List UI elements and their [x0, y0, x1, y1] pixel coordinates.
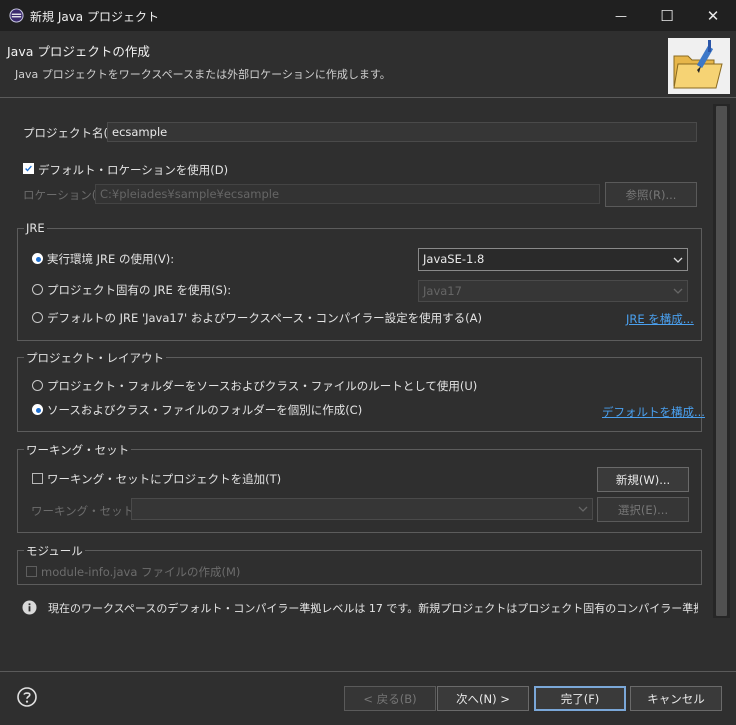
- eclipse-app-icon: [9, 8, 24, 23]
- default-location-checkbox[interactable]: [23, 163, 34, 174]
- close-button[interactable]: ✕: [690, 0, 736, 31]
- layout-separate-folders-label: ソースおよびクラス・ファイルのフォルダーを個別に作成(C): [47, 403, 363, 417]
- add-to-working-sets-checkbox[interactable]: [32, 473, 43, 484]
- minimize-icon: —: [615, 8, 627, 23]
- jre-default-label: デフォルトの JRE 'Java17' およびワークスペース・コンパイラー設定を…: [47, 311, 482, 325]
- new-working-set-button[interactable]: 新規(W)...: [597, 467, 689, 492]
- layout-separate-folders-radio[interactable]: [32, 404, 43, 415]
- select-working-set-button[interactable]: 選択(E)...: [597, 497, 689, 522]
- configure-default-link[interactable]: デフォルトを構成...: [602, 404, 705, 420]
- finish-button[interactable]: 完了(F): [534, 686, 626, 711]
- check-icon: [25, 165, 32, 172]
- layout-single-root-label: プロジェクト・フォルダーをソースおよびクラス・ファイルのルートとして使用(U): [47, 379, 478, 393]
- default-location-label: デフォルト・ロケーションを使用(D): [38, 163, 229, 177]
- window-title: 新規 Java プロジェクト: [30, 10, 159, 24]
- project-layout-group: [17, 357, 702, 432]
- info-icon: [22, 600, 37, 615]
- jre-exec-env-radio[interactable]: [32, 253, 43, 264]
- exec-env-combo[interactable]: JavaSE-1.8: [418, 248, 688, 271]
- project-name-input[interactable]: ecsample: [107, 122, 697, 142]
- maximize-button[interactable]: ☐: [644, 0, 690, 31]
- close-icon: ✕: [706, 6, 720, 25]
- add-to-working-sets-label: ワーキング・セットにプロジェクトを追加(T): [47, 472, 282, 486]
- wizard-title: Java プロジェクトの作成: [7, 44, 150, 59]
- help-icon[interactable]: [17, 687, 37, 707]
- exec-env-value: JavaSE-1.8: [423, 252, 485, 266]
- next-button[interactable]: 次へ(N) >: [437, 686, 529, 711]
- minimize-button[interactable]: —: [598, 0, 644, 31]
- chevron-down-icon: [574, 499, 592, 519]
- jre-project-specific-radio[interactable]: [32, 284, 43, 295]
- create-module-info-checkbox[interactable]: [26, 566, 37, 577]
- maximize-icon: ☐: [660, 6, 674, 25]
- project-layout-group-title: プロジェクト・レイアウト: [24, 350, 166, 366]
- chevron-down-icon: [669, 281, 687, 301]
- location-input[interactable]: C:¥pleiades¥sample¥ecsample: [95, 184, 600, 204]
- layout-single-root-radio[interactable]: [32, 380, 43, 391]
- jre-exec-env-label: 実行環境 JRE の使用(V):: [47, 252, 175, 266]
- project-jre-combo[interactable]: Java17: [418, 280, 688, 302]
- browse-button[interactable]: 参照(R)...: [605, 182, 697, 207]
- jre-default-radio[interactable]: [32, 312, 43, 323]
- footer-separator: [0, 671, 736, 672]
- scrollbar-thumb[interactable]: [716, 106, 727, 616]
- cancel-button[interactable]: キャンセル: [630, 686, 722, 711]
- info-message: 現在のワークスペースのデフォルト・コンパイラー準拠レベルは 17 です。新規プロ…: [48, 602, 698, 615]
- project-jre-value: Java17: [423, 284, 462, 298]
- working-set-combo[interactable]: [131, 498, 593, 520]
- working-sets-group-title: ワーキング・セット: [24, 442, 132, 458]
- wizard-description: Java プロジェクトをワークスペースまたは外部ロケーションに作成します。: [15, 68, 391, 81]
- configure-jres-link[interactable]: JRE を構成...: [626, 311, 694, 327]
- jre-project-specific-label: プロジェクト固有の JRE を使用(S):: [47, 283, 232, 297]
- jre-group-title: JRE: [24, 221, 47, 235]
- folder-wizard-icon: [668, 38, 730, 94]
- chevron-down-icon: [669, 249, 687, 270]
- back-button[interactable]: < 戻る(B): [344, 686, 436, 711]
- header-separator: [0, 97, 736, 98]
- create-module-info-label: module-info.java ファイルの作成(M): [41, 565, 241, 579]
- module-group-title: モジュール: [24, 543, 85, 559]
